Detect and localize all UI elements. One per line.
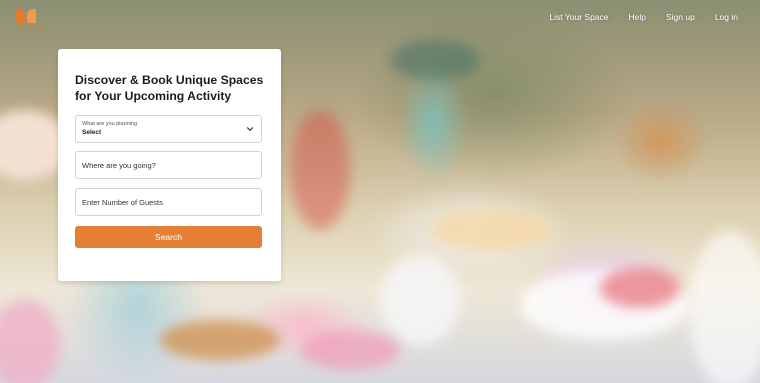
search-button[interactable]: Search [75, 226, 262, 248]
location-field [75, 151, 262, 179]
logo[interactable]: YOUR SPACE [16, 7, 56, 33]
search-card-title: Discover & Book Unique Spaces for Your U… [75, 73, 264, 103]
chevron-down-icon [246, 127, 254, 131]
top-nav: YOUR SPACE List Your Space Help Sign up … [0, 0, 760, 36]
logo-mark-icon [16, 7, 56, 23]
logo-text: YOUR SPACE [16, 25, 45, 30]
activity-select[interactable]: What are you planning Select [75, 115, 262, 143]
nav-log-in[interactable]: Log in [715, 12, 738, 22]
activity-select-value: Select [82, 129, 102, 136]
nav-list-your-space[interactable]: List Your Space [549, 12, 608, 22]
guests-field [75, 188, 262, 216]
nav-help[interactable]: Help [629, 12, 646, 22]
location-input[interactable] [76, 152, 261, 178]
search-card: Discover & Book Unique Spaces for Your U… [58, 49, 281, 281]
nav-sign-up[interactable]: Sign up [666, 12, 695, 22]
guests-input[interactable] [76, 189, 261, 215]
nav-links: List Your Space Help Sign up Log in [549, 12, 738, 22]
activity-select-label: What are you planning [82, 121, 138, 127]
